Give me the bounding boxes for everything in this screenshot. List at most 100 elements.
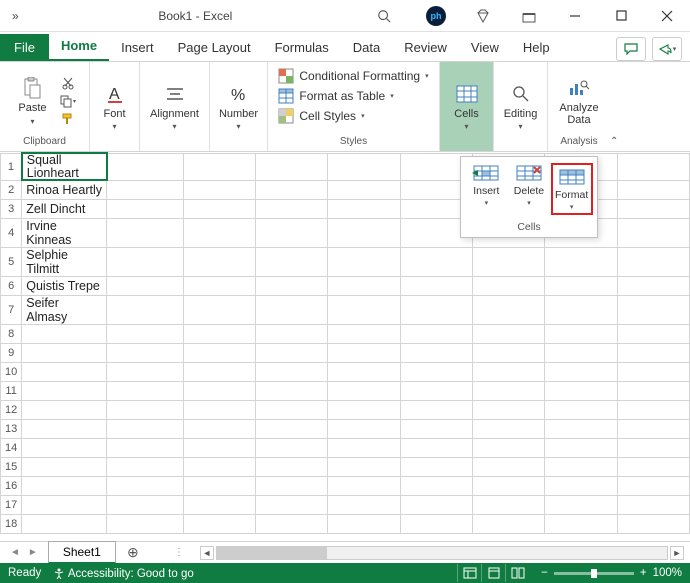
cell[interactable] <box>255 199 327 218</box>
cell[interactable] <box>183 457 255 476</box>
page-layout-view-button[interactable] <box>481 564 505 582</box>
cell[interactable] <box>22 419 107 438</box>
analyze-data-button[interactable]: Analyze Data <box>552 74 606 128</box>
cell[interactable] <box>472 362 544 381</box>
cell[interactable] <box>545 362 617 381</box>
cell[interactable] <box>545 324 617 343</box>
cell[interactable] <box>328 381 400 400</box>
cell[interactable] <box>107 276 183 295</box>
search-icon[interactable] <box>372 4 396 28</box>
format-as-table-button[interactable]: Format as Table ▾ <box>278 88 428 104</box>
cell[interactable] <box>183 381 255 400</box>
cell[interactable] <box>255 343 327 362</box>
cell[interactable] <box>400 419 472 438</box>
close-button[interactable] <box>644 0 690 32</box>
cell[interactable] <box>107 180 183 199</box>
number-button[interactable]: % Number ▾ <box>216 80 261 133</box>
cell[interactable] <box>255 153 327 180</box>
row-header[interactable]: 5 <box>1 247 22 276</box>
paste-button[interactable]: Paste ▾ <box>12 74 52 127</box>
cell[interactable] <box>183 218 255 247</box>
normal-view-button[interactable] <box>457 564 481 582</box>
cell[interactable] <box>545 276 617 295</box>
cell[interactable] <box>255 324 327 343</box>
font-button[interactable]: A Font ▾ <box>95 80 135 133</box>
cell[interactable] <box>22 514 107 533</box>
cell[interactable] <box>545 438 617 457</box>
cell[interactable] <box>617 153 689 180</box>
cells-button[interactable]: Cells ▾ <box>446 78 487 135</box>
cell[interactable] <box>107 381 183 400</box>
cell[interactable] <box>107 495 183 514</box>
tab-page-layout[interactable]: Page Layout <box>166 34 263 61</box>
cell[interactable] <box>545 343 617 362</box>
row-header[interactable]: 11 <box>1 381 22 400</box>
cell[interactable] <box>328 362 400 381</box>
cell[interactable] <box>107 362 183 381</box>
insert-cells-button[interactable]: Insert ▾ <box>465 163 507 215</box>
cell[interactable] <box>545 495 617 514</box>
cell[interactable] <box>255 381 327 400</box>
cell[interactable] <box>255 476 327 495</box>
cell[interactable] <box>107 400 183 419</box>
cell[interactable] <box>328 276 400 295</box>
cell[interactable]: SquallLionheart <box>22 153 107 180</box>
cell[interactable] <box>255 438 327 457</box>
scroll-left-arrow[interactable]: ◄ <box>200 546 214 560</box>
scroll-thumb[interactable] <box>217 547 327 559</box>
cell[interactable]: Rinoa Heartly <box>22 180 107 199</box>
cell[interactable] <box>255 295 327 324</box>
cell[interactable] <box>545 400 617 419</box>
cell[interactable] <box>328 247 400 276</box>
cell[interactable] <box>255 362 327 381</box>
cell[interactable] <box>22 438 107 457</box>
cell[interactable] <box>183 438 255 457</box>
cell[interactable] <box>472 419 544 438</box>
cell[interactable] <box>22 362 107 381</box>
cell[interactable] <box>183 180 255 199</box>
tab-view[interactable]: View <box>459 34 511 61</box>
cell[interactable] <box>472 343 544 362</box>
cell[interactable] <box>400 381 472 400</box>
cell[interactable] <box>472 457 544 476</box>
cell[interactable] <box>617 400 689 419</box>
conditional-formatting-button[interactable]: Conditional Formatting ▾ <box>278 68 428 84</box>
row-header[interactable]: 4 <box>1 218 22 247</box>
cell[interactable] <box>400 247 472 276</box>
cell[interactable] <box>22 324 107 343</box>
cell[interactable] <box>328 457 400 476</box>
collapse-ribbon-icon[interactable]: ⌃ <box>610 136 622 148</box>
cell[interactable] <box>183 514 255 533</box>
cell[interactable] <box>107 476 183 495</box>
row-header[interactable]: 13 <box>1 419 22 438</box>
cell[interactable] <box>183 476 255 495</box>
tab-file[interactable]: File <box>0 34 49 61</box>
cell[interactable] <box>255 247 327 276</box>
cell[interactable] <box>617 381 689 400</box>
cell[interactable] <box>617 419 689 438</box>
cell[interactable] <box>107 247 183 276</box>
cell[interactable] <box>472 438 544 457</box>
alignment-button[interactable]: Alignment ▾ <box>146 80 203 133</box>
cut-icon[interactable] <box>59 76 77 90</box>
tab-help[interactable]: Help <box>511 34 562 61</box>
share-button[interactable]: ▾ <box>652 37 682 61</box>
cell[interactable] <box>328 514 400 533</box>
row-header[interactable]: 16 <box>1 476 22 495</box>
cell[interactable] <box>472 381 544 400</box>
cell[interactable] <box>183 199 255 218</box>
row-header[interactable]: 2 <box>1 180 22 199</box>
cell[interactable] <box>183 324 255 343</box>
cell[interactable] <box>472 247 544 276</box>
cell[interactable] <box>255 514 327 533</box>
tab-home[interactable]: Home <box>49 32 109 61</box>
cell[interactable] <box>617 476 689 495</box>
zoom-control[interactable]: − + 100% <box>541 567 682 579</box>
editing-button[interactable]: Editing ▾ <box>500 80 541 133</box>
cell[interactable] <box>183 153 255 180</box>
zoom-level[interactable]: 100% <box>653 567 682 579</box>
diamond-icon[interactable] <box>460 0 506 32</box>
cell[interactable] <box>255 400 327 419</box>
cell[interactable] <box>328 295 400 324</box>
cell[interactable] <box>545 381 617 400</box>
